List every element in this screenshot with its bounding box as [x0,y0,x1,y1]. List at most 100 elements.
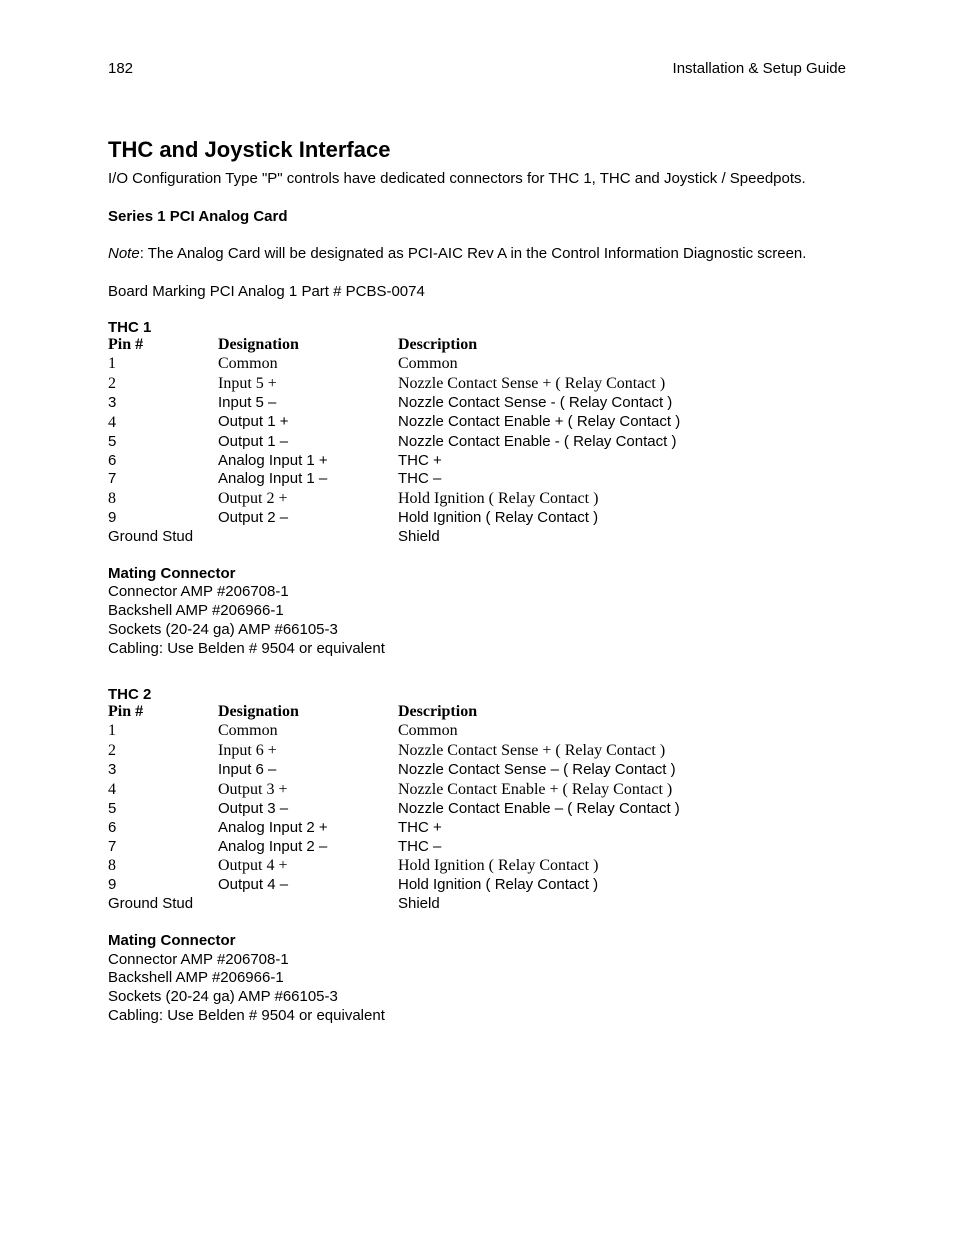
table-row: 1CommonCommon [108,721,846,741]
thc2-pin: Ground Stud [108,895,218,914]
thc1-pin: 6 [108,452,218,471]
thc2-pin: 3 [108,761,218,780]
thc2-designation: Common [218,721,398,741]
thc2-description: THC – [398,838,846,857]
thc2-pin: 7 [108,838,218,857]
page-header: 182 Installation & Setup Guide [108,60,846,77]
thc2-description: Nozzle Contact Sense + ( Relay Contact ) [398,741,846,761]
thc2-designation: Input 6 – [218,761,398,780]
thc2-description: Nozzle Contact Enable – ( Relay Contact … [398,800,846,819]
mating2-line: Connector AMP #206708-1 [108,951,846,970]
thc1-pin: 1 [108,354,218,374]
thc2-header-desc: Description [398,703,846,721]
thc2-label: THC 2 [108,686,846,703]
table-row: 4Output 1 +Nozzle Contact Enable + ( Rel… [108,413,846,433]
thc1-table: Pin # Designation Description 1CommonCom… [108,336,846,547]
thc2-description: Nozzle Contact Sense – ( Relay Contact ) [398,761,846,780]
table-row: 9Output 2 –Hold Ignition ( Relay Contact… [108,509,846,528]
thc2-pin: 2 [108,741,218,761]
thc2-description: Shield [398,895,846,914]
thc1-designation: Output 2 + [218,489,398,509]
table-row: 7Analog Input 2 –THC – [108,838,846,857]
table-row: 5Output 1 –Nozzle Contact Enable - ( Rel… [108,433,846,452]
table-row: 9Output 4 –Hold Ignition ( Relay Contact… [108,876,846,895]
table-row: Ground Stud Shield [108,528,846,547]
thc1-designation: Output 1 + [218,413,398,433]
thc1-description: Hold Ignition ( Relay Contact ) [398,489,846,509]
thc2-designation: Output 4 + [218,856,398,876]
page-title: THC and Joystick Interface [108,137,846,163]
board-marking: Board Marking PCI Analog 1 Part # PCBS-0… [108,282,846,302]
thc1-description: THC – [398,470,846,489]
thc2-designation: Output 3 – [218,800,398,819]
doc-title: Installation & Setup Guide [673,60,846,77]
table-row: 5Output 3 –Nozzle Contact Enable – ( Rel… [108,800,846,819]
mating1-line: Connector AMP #206708-1 [108,583,846,602]
page-number: 182 [108,60,133,77]
thc1-description: THC + [398,452,846,471]
thc1-description: Nozzle Contact Enable + ( Relay Contact … [398,413,846,433]
table-row: 4Output 3 +Nozzle Contact Enable + ( Rel… [108,780,846,800]
thc2-designation: Analog Input 2 + [218,819,398,838]
thc1-label: THC 1 [108,319,846,336]
table-row: Ground Stud Shield [108,895,846,914]
thc1-designation: Output 1 – [218,433,398,452]
thc1-pin: Ground Stud [108,528,218,547]
thc2-pin: 9 [108,876,218,895]
mating1-line: Cabling: Use Belden # 9504 or equivalent [108,640,846,659]
note-body: : The Analog Card will be designated as … [140,245,807,262]
thc1-designation: Analog Input 1 – [218,470,398,489]
table-row: 3Input 5 –Nozzle Contact Sense - ( Relay… [108,394,846,413]
thc1-designation [218,528,398,547]
thc2-header-desig: Designation [218,703,398,721]
note-label: Note [108,245,140,262]
thc1-designation: Output 2 – [218,509,398,528]
table-row: 8Output 4 +Hold Ignition ( Relay Contact… [108,856,846,876]
mating-connector-1: Mating Connector Connector AMP #206708-1… [108,565,846,659]
thc2-pin: 1 [108,721,218,741]
mating2-heading: Mating Connector [108,932,846,951]
thc2-description: Hold Ignition ( Relay Contact ) [398,876,846,895]
thc1-designation: Input 5 + [218,374,398,394]
thc2-description: Hold Ignition ( Relay Contact ) [398,856,846,876]
thc2-pin: 8 [108,856,218,876]
thc1-description: Shield [398,528,846,547]
thc2-description: Common [398,721,846,741]
mating2-line: Backshell AMP #206966-1 [108,969,846,988]
thc2-designation: Output 4 – [218,876,398,895]
mating1-line: Backshell AMP #206966-1 [108,602,846,621]
mating-connector-2: Mating Connector Connector AMP #206708-1… [108,932,846,1026]
thc1-pin: 4 [108,413,218,433]
mating1-line: Sockets (20-24 ga) AMP #66105-3 [108,621,846,640]
thc1-pin: 3 [108,394,218,413]
thc1-designation: Input 5 – [218,394,398,413]
thc2-header-pin: Pin # [108,703,218,721]
thc2-header-row: Pin # Designation Description [108,703,846,721]
thc1-pin: 7 [108,470,218,489]
thc2-table: Pin # Designation Description 1CommonCom… [108,703,846,914]
thc1-header-row: Pin # Designation Description [108,336,846,354]
table-row: 8Output 2 +Hold Ignition ( Relay Contact… [108,489,846,509]
mating2-line: Sockets (20-24 ga) AMP #66105-3 [108,988,846,1007]
table-row: 6Analog Input 1 +THC + [108,452,846,471]
thc1-description: Common [398,354,846,374]
thc2-designation [218,895,398,914]
thc2-pin: 6 [108,819,218,838]
thc1-designation: Common [218,354,398,374]
intro-paragraph: I/O Configuration Type "P" controls have… [108,169,846,189]
table-row: 2Input 5 +Nozzle Contact Sense + ( Relay… [108,374,846,394]
table-row: 1CommonCommon [108,354,846,374]
thc2-pin: 5 [108,800,218,819]
thc2-designation: Output 3 + [218,780,398,800]
mating2-line: Cabling: Use Belden # 9504 or equivalent [108,1007,846,1026]
thc2-description: Nozzle Contact Enable + ( Relay Contact … [398,780,846,800]
table-row: 6Analog Input 2 +THC + [108,819,846,838]
thc1-header-pin: Pin # [108,336,218,354]
thc1-pin: 2 [108,374,218,394]
card-heading: Series 1 PCI Analog Card [108,207,846,227]
thc1-pin: 8 [108,489,218,509]
thc1-designation: Analog Input 1 + [218,452,398,471]
thc2-description: THC + [398,819,846,838]
thc2-designation: Analog Input 2 – [218,838,398,857]
thc1-pin: 9 [108,509,218,528]
